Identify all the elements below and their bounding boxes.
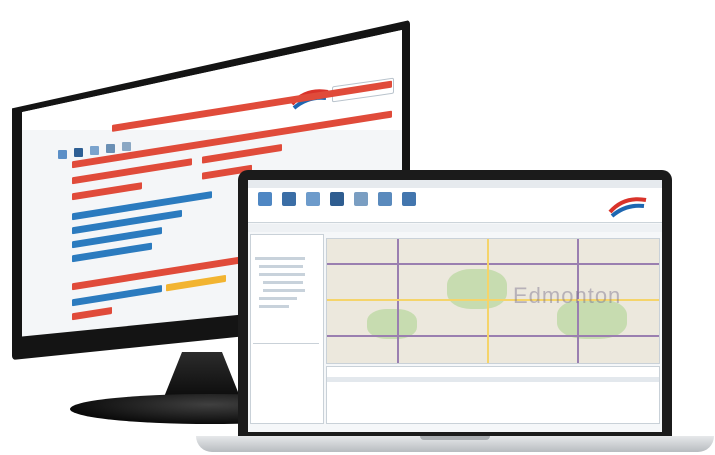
map-road [327, 335, 659, 337]
settings-icon[interactable] [354, 192, 368, 206]
properties-panel [253, 343, 319, 420]
gantt-bar[interactable] [72, 284, 162, 307]
tree-item[interactable] [259, 273, 305, 276]
gantt-bar[interactable] [72, 182, 142, 201]
calendar-icon[interactable] [258, 192, 272, 206]
map-road [397, 239, 399, 363]
gantt-bar[interactable] [72, 110, 392, 169]
map-icon[interactable] [378, 192, 392, 206]
gantt-bar[interactable] [166, 274, 226, 292]
tree-item[interactable] [263, 289, 305, 292]
laptop-titlebar [248, 180, 662, 188]
gantt-bar[interactable] [72, 306, 112, 321]
tree-item[interactable] [259, 305, 289, 308]
map-road [327, 263, 659, 265]
gantt-bar[interactable] [202, 143, 282, 164]
tree-item[interactable] [259, 265, 303, 268]
truck-icon[interactable] [330, 192, 344, 206]
grid-header [327, 377, 659, 382]
tree-item[interactable] [259, 297, 297, 300]
map-park [447, 269, 507, 309]
tree-item[interactable] [255, 257, 305, 260]
map-highway [487, 239, 489, 363]
tab-strip [248, 224, 662, 232]
orders-grid [326, 366, 660, 424]
laptop-notch [420, 436, 490, 440]
ribbon-toolbar [248, 188, 662, 223]
users-icon[interactable] [306, 192, 320, 206]
tree-item[interactable] [263, 281, 303, 284]
tree-sidebar [250, 234, 324, 424]
document-icon[interactable] [402, 192, 416, 206]
clipboard-icon[interactable] [282, 192, 296, 206]
map-view[interactable]: Edmonton [326, 238, 660, 364]
laptop-screen: Edmonton [248, 180, 662, 432]
brand-logo [608, 197, 647, 218]
map-city-label: Edmonton [513, 283, 622, 308]
